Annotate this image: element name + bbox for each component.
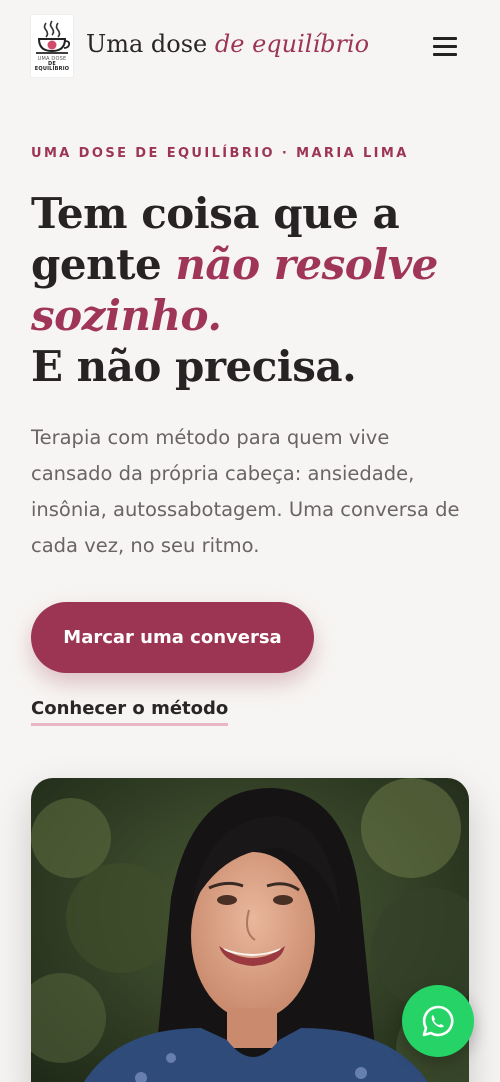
method-link[interactable]: Conhecer o método xyxy=(31,698,229,726)
hamburger-icon-bar xyxy=(433,52,457,56)
brand-name-accent: de equilíbrio xyxy=(214,30,370,58)
whatsapp-button[interactable] xyxy=(402,985,474,1057)
logo-text-line2: DE EQUILÍBRIO xyxy=(34,61,70,72)
portrait-illustration xyxy=(31,778,469,1082)
coffee-cup-icon xyxy=(36,20,71,54)
logo[interactable]: UMA DOSE DE EQUILÍBRIO xyxy=(30,14,74,78)
hero-eyebrow: UMA DOSE DE EQUILÍBRIO · MARIA LIMA xyxy=(31,146,409,161)
hero-headline: Tem coisa que a gente não resolve sozinh… xyxy=(31,188,471,392)
portrait-photo xyxy=(31,778,469,1082)
headline-part2: E não precisa. xyxy=(31,342,357,391)
hamburger-icon-bar xyxy=(433,44,457,48)
brand-name-plain: Uma dose xyxy=(86,30,215,58)
site-header: UMA DOSE DE EQUILÍBRIO Uma dose de equil… xyxy=(0,0,500,95)
hero-lead-text: Terapia com método para quem vive cansad… xyxy=(31,426,460,557)
book-conversation-button[interactable]: Marcar uma conversa xyxy=(31,602,314,673)
menu-button[interactable] xyxy=(428,32,462,60)
whatsapp-icon xyxy=(422,1005,454,1037)
brand-name[interactable]: Uma dose de equilíbrio xyxy=(86,30,369,58)
hamburger-icon xyxy=(433,36,457,40)
